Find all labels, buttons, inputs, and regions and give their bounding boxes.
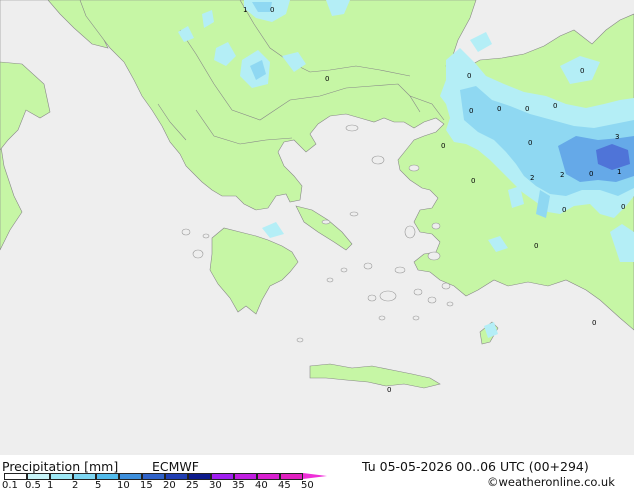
scale-swatch (280, 473, 303, 480)
point-label: 0 (497, 105, 501, 113)
point-label: 2 (560, 171, 564, 179)
scale-tick: 15 (140, 480, 153, 491)
scale-swatch (234, 473, 257, 480)
scale-swatch (188, 473, 211, 480)
point-label: 0 (621, 203, 625, 211)
scale-tick: 20 (163, 480, 176, 491)
scale-swatch (73, 473, 96, 480)
scale-swatch (4, 473, 27, 480)
legend-title: Precipitation [mm] (2, 459, 119, 474)
scale-tick: 1 (47, 480, 54, 491)
point-label: 3 (615, 133, 619, 141)
point-label: 0 (553, 102, 557, 110)
scale-tick: 40 (255, 480, 268, 491)
scale-tick: 5 (95, 480, 102, 491)
scale-swatch (211, 473, 234, 480)
point-label: 0 (469, 107, 473, 115)
scale-tick: 0.1 (2, 480, 18, 491)
point-label: 0 (580, 67, 584, 75)
scale-tick: 30 (209, 480, 222, 491)
point-label: 0 (562, 206, 566, 214)
point-label: 0 (471, 177, 475, 185)
scale-tick: 50 (301, 480, 314, 491)
scale-swatch (257, 473, 280, 480)
point-label: 0 (467, 72, 471, 80)
scale-tick: 35 (232, 480, 245, 491)
point-label: 1 (617, 168, 621, 176)
point-label: 0 (589, 170, 593, 178)
point-label: 0 (528, 139, 532, 147)
model-name: ECMWF (152, 459, 199, 474)
point-label: 0 (592, 319, 596, 327)
scale-tick: 45 (278, 480, 291, 491)
scale-swatch (27, 473, 50, 480)
credit-text: ©weatheronline.co.uk (487, 475, 615, 489)
point-label: 0 (525, 105, 529, 113)
point-label: 1 (243, 6, 247, 14)
scale-arrow (303, 473, 327, 479)
scale-swatch (50, 473, 73, 480)
scale-tick: 0.5 (25, 480, 41, 491)
scale-tick: 25 (186, 480, 199, 491)
valid-datetime: Tu 05-05-2026 00..06 UTC (00+294) (362, 459, 589, 474)
point-label: 0 (387, 386, 391, 394)
point-label: 2 (530, 174, 534, 182)
point-label: 0 (270, 6, 274, 14)
scale-swatch (119, 473, 142, 480)
scale-swatch (142, 473, 165, 480)
scale-tick: 10 (117, 480, 130, 491)
scale-tick: 2 (72, 480, 79, 491)
point-label: 0 (325, 75, 329, 83)
scale-swatch (165, 473, 188, 480)
point-label: 0 (441, 142, 445, 150)
precipitation-map: 1 0 0 0 0 0 0 0 0 0 0 0 3 2 2 0 1 0 0 0 … (0, 0, 634, 455)
scale-swatch (96, 473, 119, 480)
point-label: 0 (534, 242, 538, 250)
